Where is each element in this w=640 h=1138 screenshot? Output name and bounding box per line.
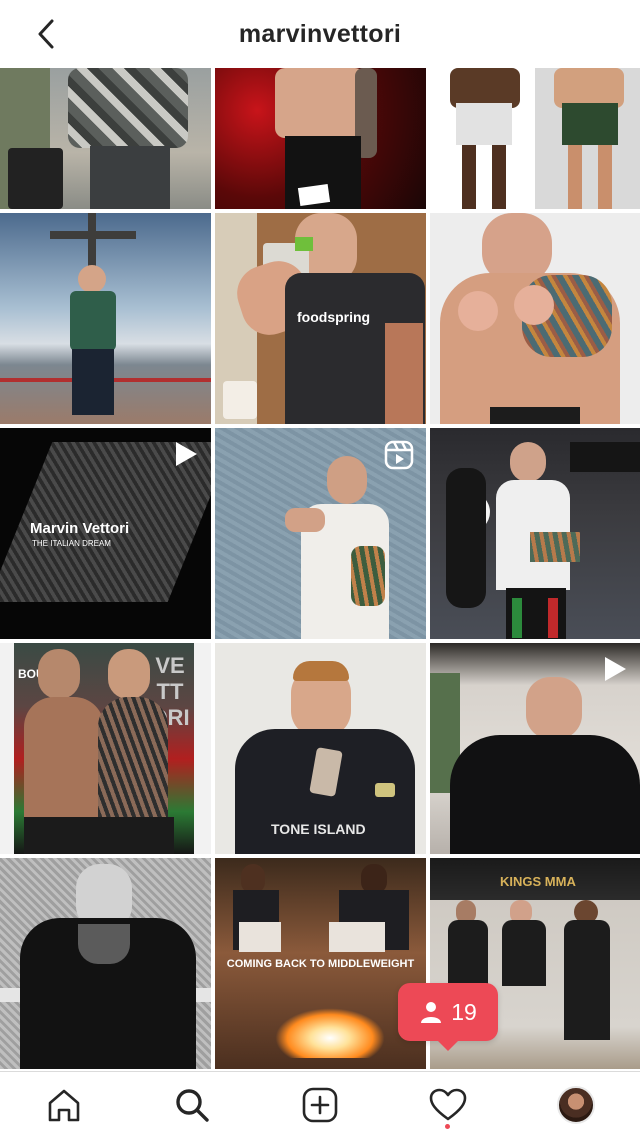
marvin-vettori-title: Marvin Vettori	[30, 520, 130, 537]
italian-dream-subtitle: THE ITALIAN DREAM	[32, 539, 111, 548]
chevron-left-icon	[38, 19, 54, 49]
back-button[interactable]	[26, 14, 66, 54]
post-middleweight-meme[interactable]: COMING BACK TO MIDDLEWEIGHT	[215, 858, 426, 1069]
home-icon	[48, 1089, 80, 1122]
plus-square-icon	[302, 1087, 338, 1123]
foodspring-shirt-text: foodspring	[297, 309, 371, 325]
post-leather-jacket-video[interactable]	[430, 643, 640, 854]
search-icon	[176, 1089, 209, 1122]
middleweight-meme-text: COMING BACK TO MIDDLEWEIGHT	[226, 958, 415, 970]
activity-indicator-dot	[445, 1124, 450, 1129]
post-fighter-red-background[interactable]	[215, 68, 426, 209]
followers-notification-badge[interactable]: 19	[398, 983, 498, 1051]
post-fight-poster[interactable]: BOUT VETTORI	[0, 643, 211, 854]
post-airport-suitcase[interactable]	[0, 68, 211, 209]
notification-count: 19	[451, 998, 477, 1025]
post-shirtless-fighter[interactable]	[430, 213, 640, 424]
video-play-icon	[605, 657, 626, 681]
post-black-white-portrait[interactable]	[0, 858, 211, 1069]
post-mountain-cross[interactable]	[0, 213, 211, 424]
post-foodspring-shake[interactable]: foodspring	[215, 213, 426, 424]
bottom-navigation	[0, 1071, 640, 1138]
tone-island-text: TONE ISLAND	[271, 821, 366, 837]
video-play-icon	[176, 442, 197, 466]
header: marvinvettori	[0, 0, 640, 68]
user-icon	[421, 1002, 442, 1023]
nav-create[interactable]	[290, 1075, 350, 1135]
reels-icon	[384, 440, 414, 470]
nav-home[interactable]	[34, 1075, 94, 1135]
post-marvin-vettori-video[interactable]: Marvin Vettori THE ITALIAN DREAM	[0, 428, 211, 639]
post-fighters-comparison[interactable]	[430, 68, 640, 209]
post-eating-snack[interactable]: TONE ISLAND	[215, 643, 426, 854]
post-grid: foodspring Marvin Vettori THE ITALIAN DR…	[0, 68, 640, 1071]
profile-avatar	[557, 1086, 595, 1124]
nav-activity[interactable]	[418, 1075, 478, 1135]
nav-search[interactable]	[162, 1075, 222, 1135]
page-title: marvinvettori	[238, 19, 402, 48]
nav-profile[interactable]	[546, 1075, 606, 1135]
post-blue-wall-reel[interactable]	[215, 428, 426, 639]
post-training-gym[interactable]	[430, 428, 640, 639]
heart-icon	[429, 1088, 467, 1121]
kings-mma-sign: KINGS MMA	[500, 874, 576, 889]
